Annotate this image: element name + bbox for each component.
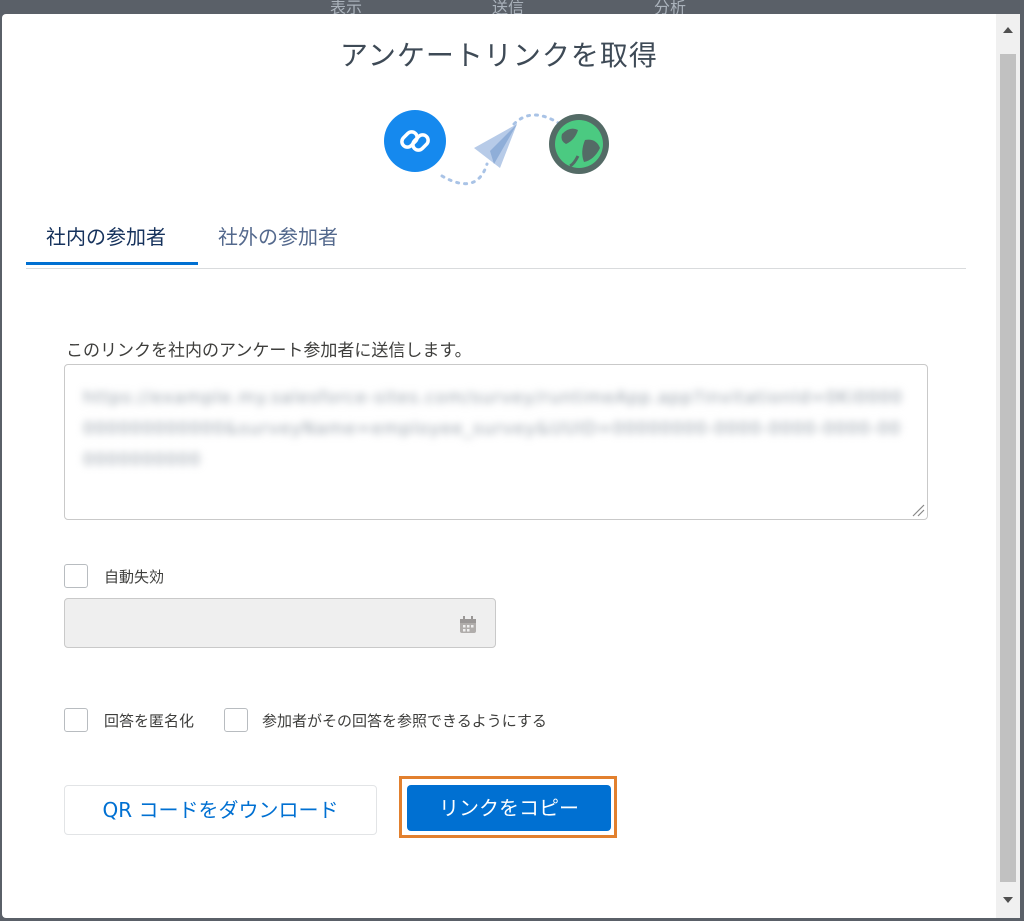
arrow-down-icon [1003,897,1013,903]
tab-external-participants[interactable]: 社外の参加者 [218,214,338,266]
vertical-scrollbar[interactable] [996,14,1020,918]
calendar-icon [460,616,476,633]
copy-link-button[interactable]: リンクをコピー [407,785,611,831]
allow-view-responses-label: 参加者がその回答を参照できるようにする [262,712,547,730]
anonymize-responses-checkbox[interactable] [64,708,88,732]
auto-expire-checkbox[interactable] [64,564,88,588]
hero-illustration [384,110,609,186]
survey-link-textarea[interactable]: https://example.my.salesforce-sites.com/… [64,364,928,520]
dotted-path [512,113,562,126]
anonymize-responses-label: 回答を匿名化 [104,712,195,730]
tab-internal-participants[interactable]: 社内の参加者 [46,214,166,266]
auto-expire-label: 自動失効 [104,568,165,586]
globe-icon [549,114,609,174]
get-survey-link-dialog: アンケートリンクを取得 社内の参加者 社外の参加者 このリンクを社内のアンケート… [2,14,996,918]
dotted-path [440,162,489,186]
scroll-up-button[interactable] [996,18,1020,42]
scrollbar-thumb[interactable] [1000,54,1016,882]
expiration-date-input[interactable] [64,598,496,648]
link-icon [384,110,446,172]
link-description: このリンクを社内のアンケート参加者に送信します。 [66,341,472,361]
paper-plane-icon [474,124,517,168]
active-tab-indicator [26,262,198,265]
survey-link-text: https://example.my.salesforce-sites.com/… [83,388,903,470]
resize-handle-icon[interactable] [911,503,925,517]
participant-tabs: 社内の参加者 社外の参加者 [26,214,966,269]
download-qr-code-button[interactable]: QR コードをダウンロード [64,785,377,835]
dialog-title: アンケートリンクを取得 [340,39,658,72]
allow-view-responses-checkbox[interactable] [224,708,248,732]
arrow-up-icon [1003,27,1013,33]
scroll-down-button[interactable] [996,888,1020,912]
